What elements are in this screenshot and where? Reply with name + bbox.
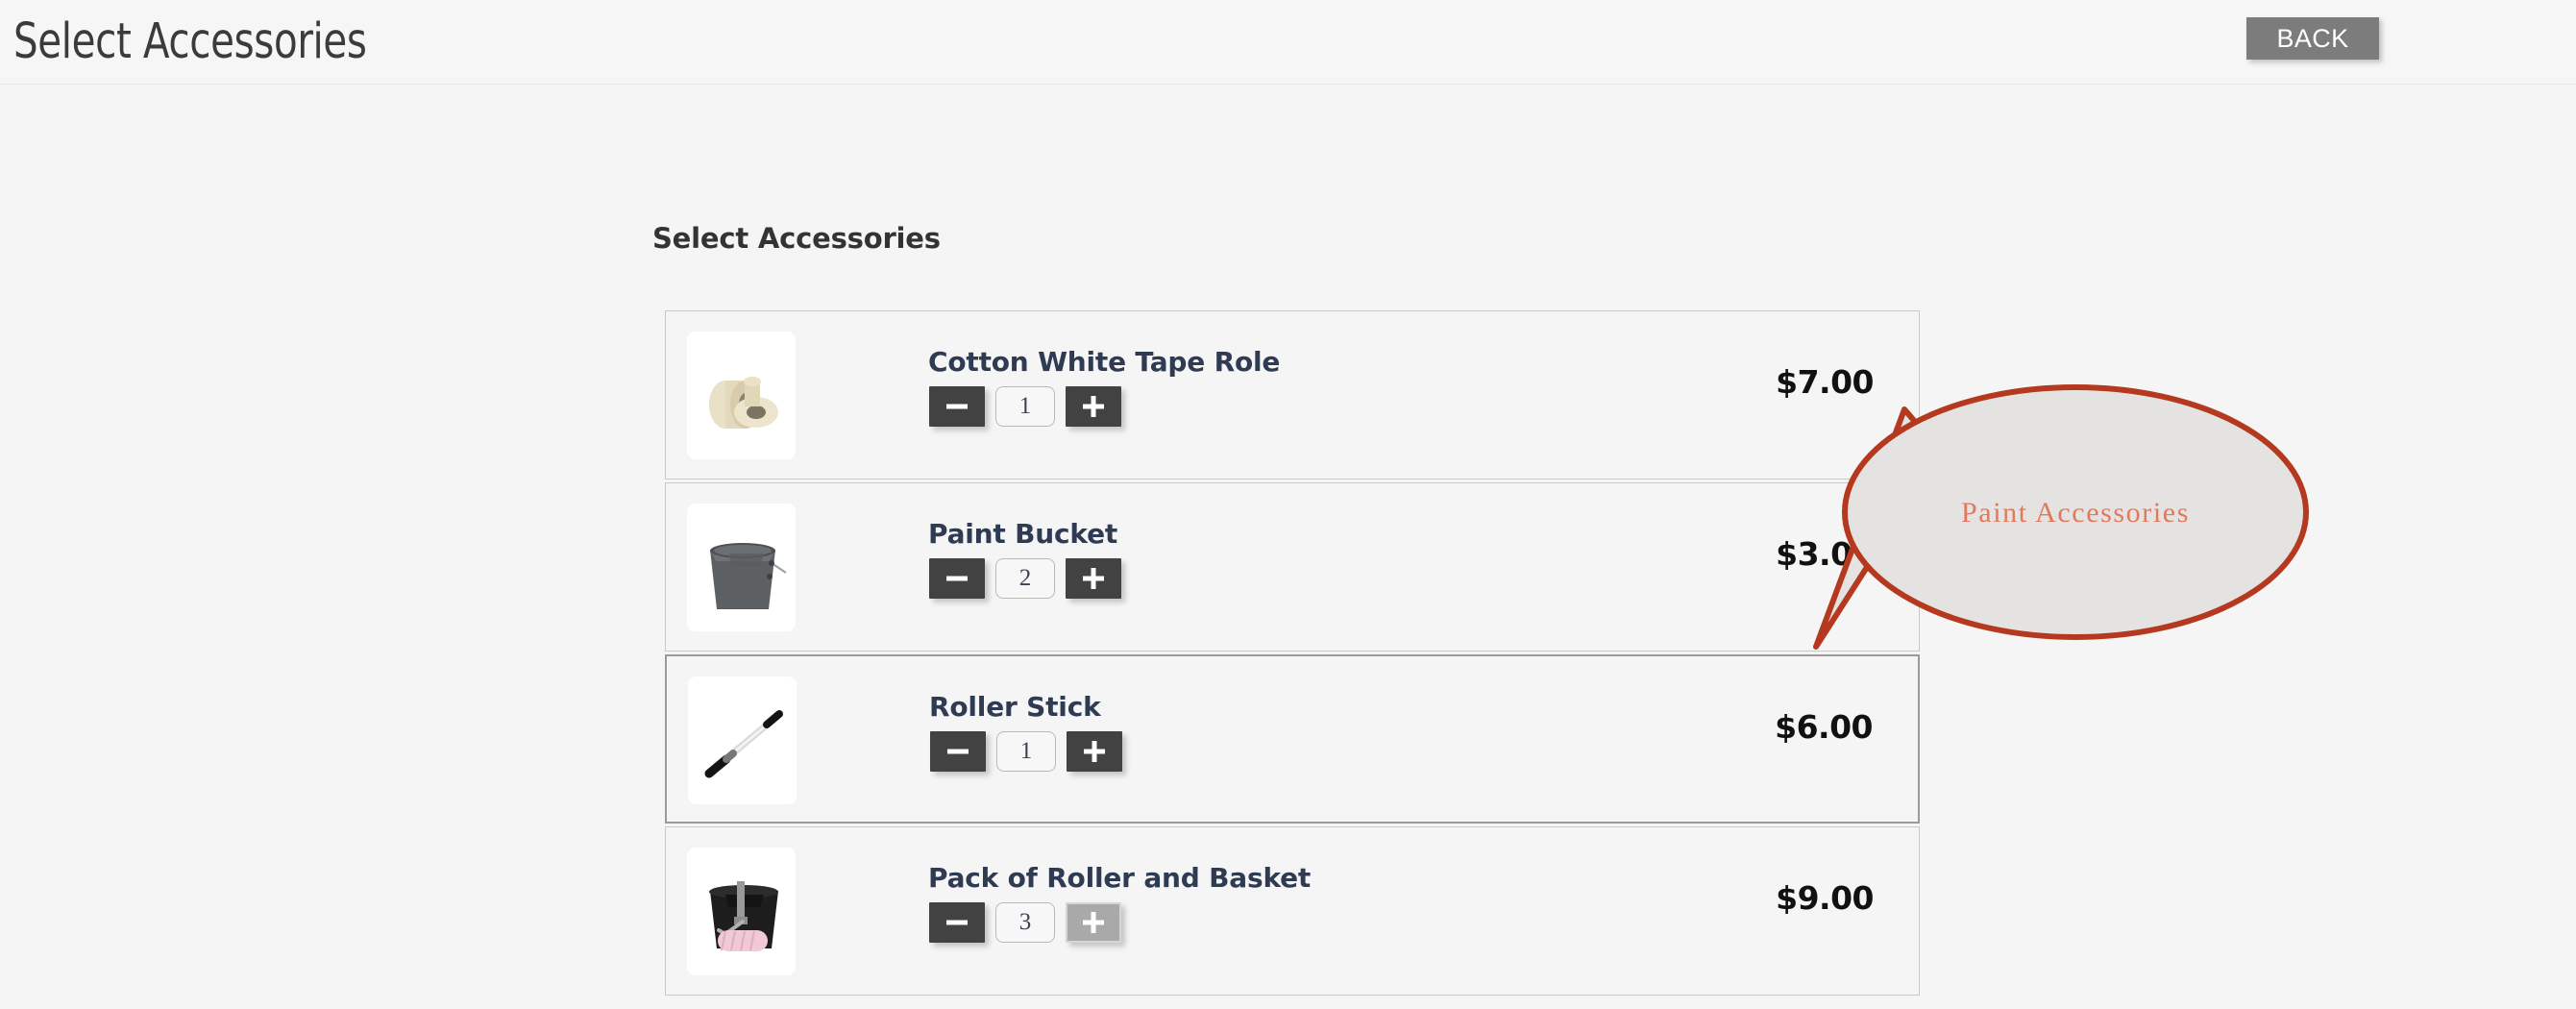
product-name: Paint Bucket: [928, 518, 1118, 550]
minus-icon: [946, 576, 968, 581]
increment-button[interactable]: [1066, 386, 1121, 427]
quantity-stepper: [930, 731, 1122, 772]
decrement-button[interactable]: [930, 731, 986, 772]
accessory-row[interactable]: Cotton White Tape Role $7.00: [665, 310, 1920, 480]
minus-icon: [946, 920, 968, 925]
quantity-stepper: [929, 902, 1121, 943]
quantity-input[interactable]: [995, 902, 1055, 943]
product-thumbnail-roller-and-black-basket: [687, 848, 796, 975]
product-name: Roller Stick: [929, 691, 1101, 723]
increment-button[interactable]: [1067, 731, 1122, 772]
quantity-stepper: [929, 386, 1121, 427]
minus-icon: [946, 404, 968, 409]
decrement-button[interactable]: [929, 558, 985, 599]
product-thumbnail-masking-tape-rolls: [687, 332, 796, 459]
page-title: Select Accessories: [13, 13, 367, 70]
product-name: Cotton White Tape Role: [928, 346, 1281, 378]
plus-icon-v: [1092, 741, 1097, 762]
product-thumbnail-grey-paint-bucket: [687, 504, 796, 631]
accessory-row[interactable]: Roller Stick $6.00: [665, 654, 1920, 824]
plus-icon-v: [1091, 396, 1096, 417]
product-price: $9.00: [1776, 879, 1874, 917]
quantity-input[interactable]: [995, 558, 1055, 599]
product-price: $7.00: [1776, 363, 1874, 401]
decrement-button[interactable]: [929, 386, 985, 427]
quantity-input[interactable]: [996, 731, 1056, 772]
product-thumbnail-extension-roller-pole: [688, 677, 797, 804]
section-heading: Select Accessories: [652, 222, 941, 255]
accessory-row[interactable]: Pack of Roller and Basket $9.00: [665, 826, 1920, 996]
back-button[interactable]: BACK: [2246, 17, 2379, 60]
increment-button[interactable]: [1066, 902, 1121, 943]
plus-icon-v: [1091, 568, 1096, 589]
product-price: $3.00: [1776, 535, 1874, 573]
main-content: Select Accessories Cotton White Tape Rol…: [0, 85, 2576, 1009]
accessory-row[interactable]: Paint Bucket $3.00: [665, 482, 1920, 652]
increment-button[interactable]: [1066, 558, 1121, 599]
accessory-list: Cotton White Tape Role $7.00 Paint Bucke: [665, 310, 1920, 998]
quantity-stepper: [929, 558, 1121, 599]
product-name: Pack of Roller and Basket: [928, 862, 1312, 894]
page-header: Select Accessories BACK: [0, 0, 2576, 85]
minus-icon: [947, 749, 969, 754]
decrement-button[interactable]: [929, 902, 985, 943]
plus-icon-v: [1091, 912, 1096, 933]
quantity-input[interactable]: [995, 386, 1055, 427]
product-price: $6.00: [1775, 708, 1873, 746]
callout-text: Paint Accessories: [1961, 497, 2190, 529]
